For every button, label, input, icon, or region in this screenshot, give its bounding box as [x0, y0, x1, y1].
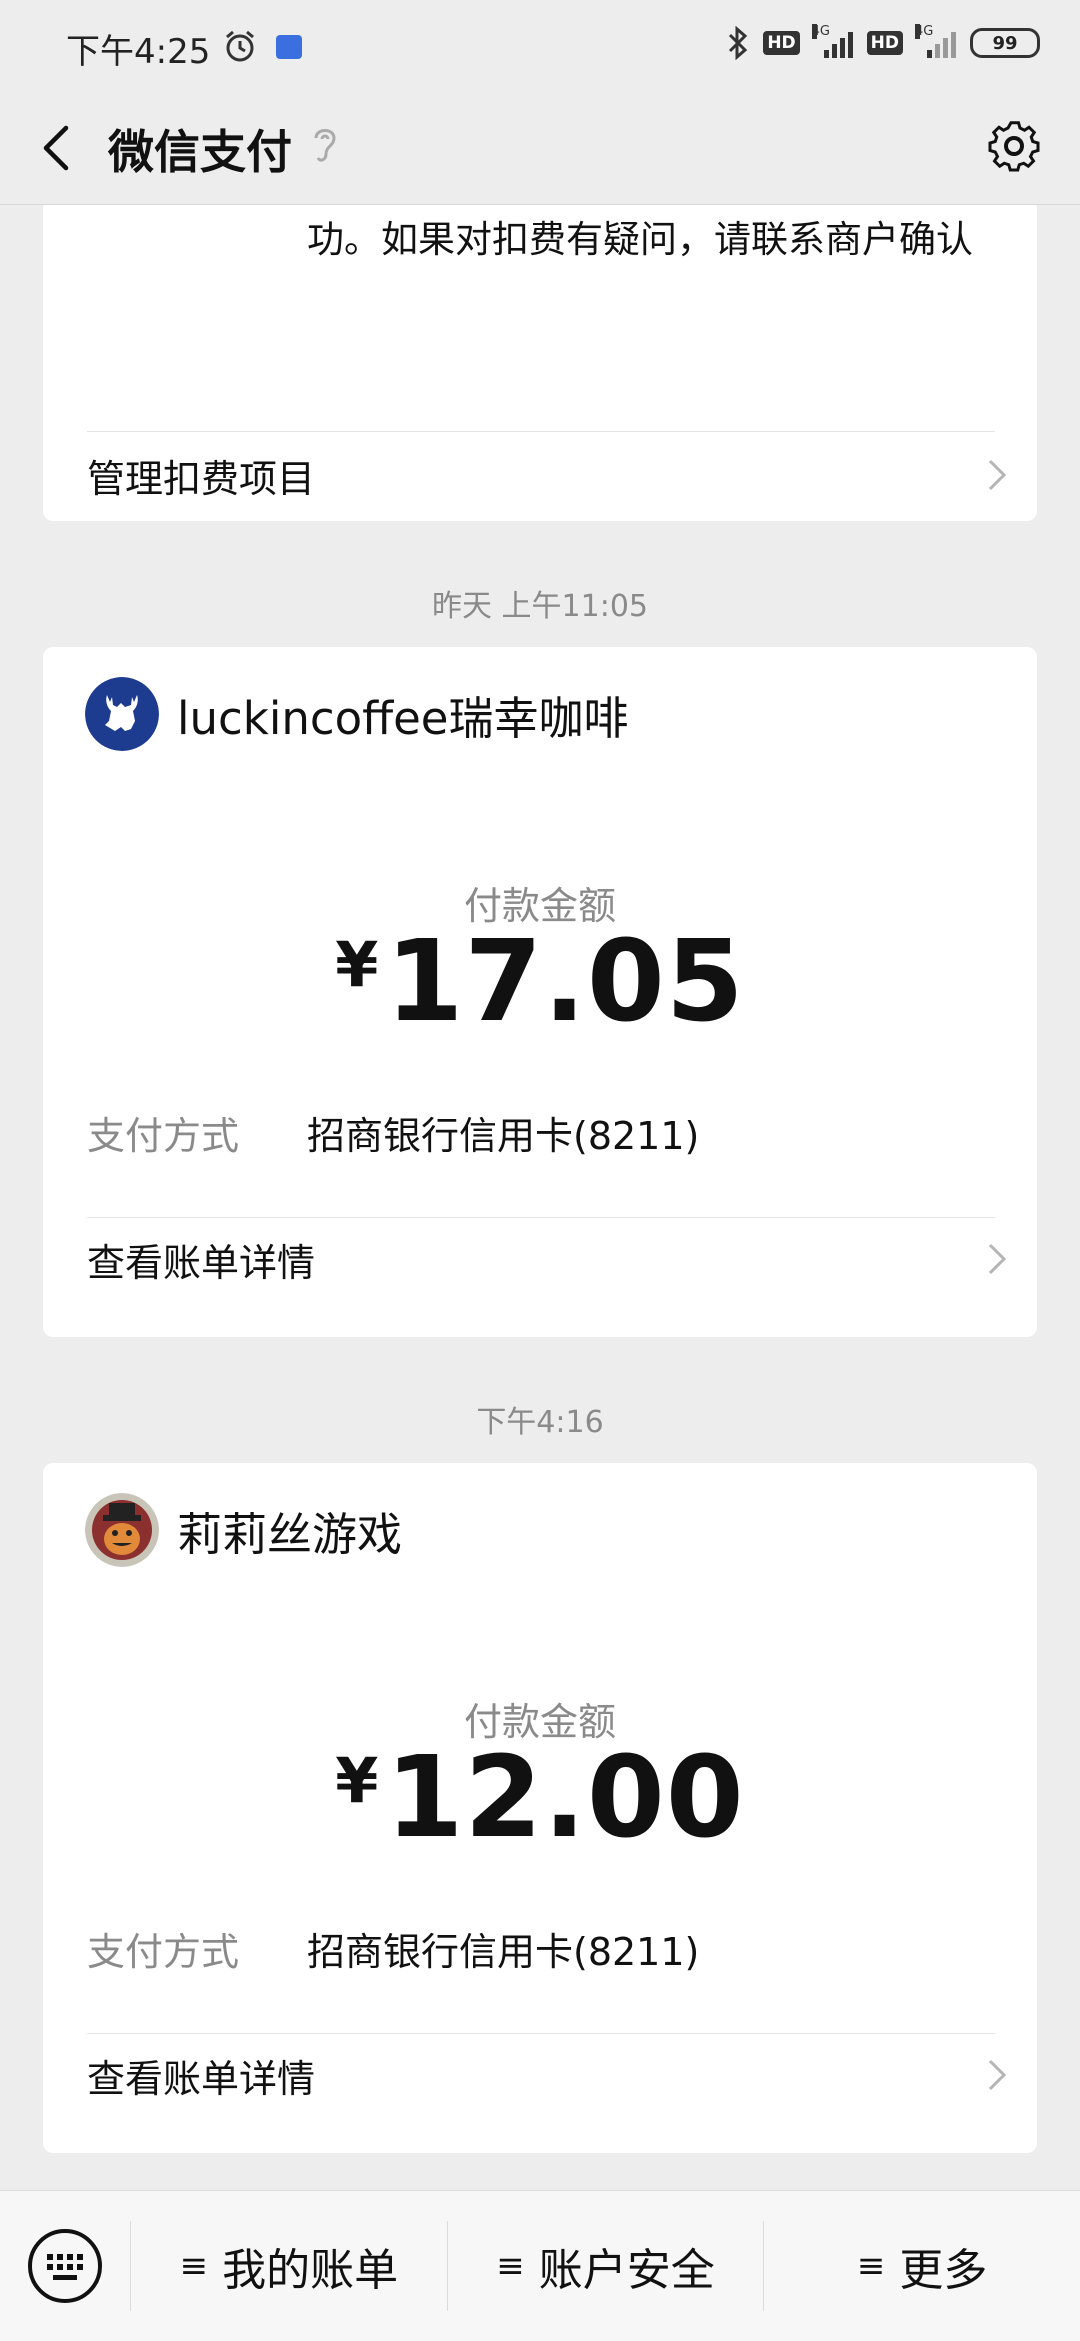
payment-amount: ¥12.00 [335, 1733, 745, 1863]
transaction-card[interactable]: luckincoffee瑞幸咖啡 付款金额 ¥17.05 支付方式 招商银行信用… [43, 647, 1037, 1337]
payment-method-value: 招商银行信用卡(8211) [307, 1114, 700, 1158]
keyboard-toggle-button[interactable] [0, 2191, 130, 2341]
view-bill-details-label: 查看账单详情 [87, 1240, 316, 1285]
note-label: 备注 [87, 205, 159, 207]
lilith-games-logo [85, 1493, 159, 1567]
status-time: 下午4:25 [66, 32, 211, 72]
luckin-logo [85, 677, 159, 751]
timestamp: 下午4:16 [476, 1405, 604, 1440]
signal-icon: 4G [915, 24, 956, 58]
merchant-name: luckincoffee瑞幸咖啡 [177, 691, 629, 745]
merchant-name: 莉莉丝游戏 [177, 1507, 403, 1561]
divider [87, 2033, 995, 2034]
manage-deduction-label: 管理扣费项目 [87, 456, 316, 501]
chevron-right-icon [988, 1243, 1007, 1275]
ear-icon[interactable] [308, 122, 342, 166]
nav-bar: 微信支付 [0, 92, 1080, 205]
more-menu[interactable]: ≡ 更多 [763, 2221, 1080, 2311]
view-bill-details-link[interactable]: 查看账单详情 [87, 2035, 1007, 2115]
hd-badge: HD [763, 31, 800, 55]
my-bills-menu[interactable]: ≡ 我的账单 [130, 2221, 447, 2311]
app-notification-icon [276, 35, 302, 59]
divider [87, 431, 995, 432]
menu-icon: ≡ [179, 2246, 209, 2286]
view-bill-details-label: 查看账单详情 [87, 2056, 316, 2101]
hd-badge: HD [866, 31, 903, 55]
payment-amount: ¥17.05 [335, 917, 745, 1047]
alarm-icon [226, 30, 254, 62]
chevron-right-icon [988, 2059, 1007, 2091]
menu-icon: ≡ [496, 2246, 525, 2286]
account-security-label: 账户安全 [538, 2245, 715, 2296]
manage-deduction-link[interactable]: 管理扣费项目 [87, 435, 1007, 515]
status-bar: 下午4:25 HD 4G HD 4G 99 [0, 0, 1080, 92]
chevron-right-icon [988, 459, 1007, 491]
more-label: 更多 [899, 2245, 988, 2296]
battery-icon: 99 [970, 28, 1040, 58]
gear-icon[interactable] [978, 110, 1050, 182]
page-title: 微信支付 [108, 125, 292, 179]
timestamp: 昨天 上午11:05 [432, 589, 648, 624]
note-text: 你的多看阅读账号（593473753）扣费成功。如果对扣费有疑问，请联系商户确认 [307, 218, 973, 261]
bluetooth-icon [729, 26, 748, 60]
signal-icon: 4G [811, 24, 853, 58]
keyboard-icon [28, 2229, 102, 2303]
bottom-menu-bar: ≡ 我的账单 ≡ 账户安全 ≡ 更多 [0, 2190, 1080, 2341]
account-security-menu[interactable]: ≡ 账户安全 [446, 2221, 764, 2311]
payment-method-value: 招商银行信用卡(8211) [307, 1930, 700, 1974]
status-indicators: HD 4G HD 4G 99 [727, 24, 1040, 60]
payment-method-label: 支付方式 [87, 1930, 240, 1974]
back-icon[interactable] [36, 122, 76, 174]
my-bills-label: 我的账单 [222, 2245, 399, 2296]
deduction-card: 备注 你的多看阅读账号（593473753）扣费成功。如果对扣费有疑问，请联系商… [43, 205, 1037, 521]
divider [87, 1217, 995, 1218]
merchant-header: luckincoffee瑞幸咖啡 [85, 677, 629, 751]
merchant-header: 莉莉丝游戏 [85, 1493, 402, 1567]
view-bill-details-link[interactable]: 查看账单详情 [87, 1219, 1007, 1299]
transaction-feed[interactable]: 备注 你的多看阅读账号（593473753）扣费成功。如果对扣费有疑问，请联系商… [0, 205, 1080, 2190]
menu-icon: ≡ [856, 2246, 886, 2286]
payment-method-label: 支付方式 [87, 1114, 240, 1158]
transaction-card[interactable]: 莉莉丝游戏 付款金额 ¥12.00 支付方式 招商银行信用卡(8211) 查看账… [43, 1463, 1037, 2153]
